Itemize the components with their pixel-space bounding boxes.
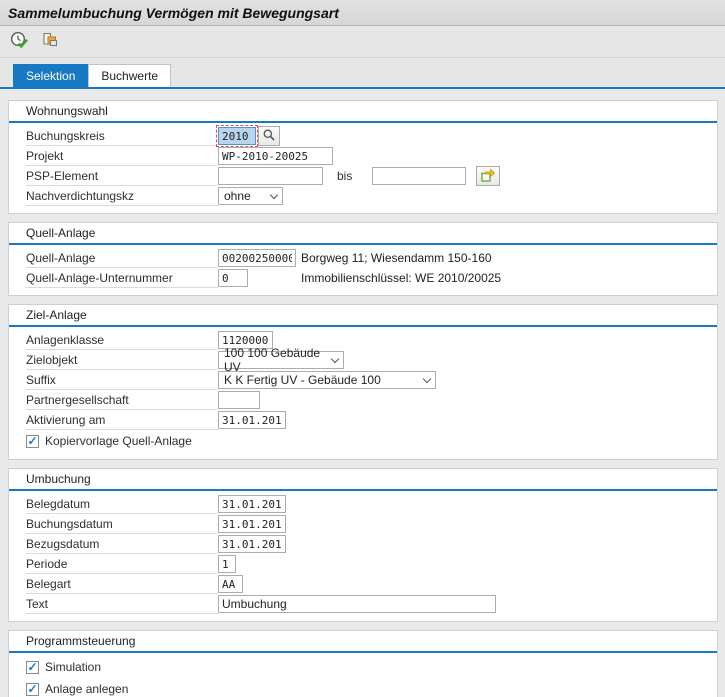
- search-icon: [262, 128, 276, 145]
- unternummer-input[interactable]: [218, 269, 248, 287]
- tab-buchwerte-label: Buchwerte: [101, 69, 158, 83]
- buchungsdatum-label: Buchungsdatum: [26, 514, 218, 534]
- get-variant-icon: [40, 31, 59, 53]
- field-row-projekt: Projekt: [9, 146, 717, 166]
- section-title: Wohnungswahl: [9, 101, 717, 121]
- section-quell-anlage: Quell-Anlage Quell-Anlage Borgweg 11; Wi…: [8, 222, 718, 296]
- chevron-down-icon: [270, 190, 278, 198]
- tab-strip: Selektion Buchwerte: [0, 58, 725, 87]
- selektion-tab-content: Wohnungswahl Buchungskreis Projekt: [0, 89, 725, 697]
- field-row-aktivierung-am: Aktivierung am: [9, 410, 717, 430]
- bis-label: bis: [337, 169, 352, 183]
- buchungskreis-search-button[interactable]: [258, 126, 280, 146]
- execute-button[interactable]: [7, 30, 31, 54]
- psp-element-multiple-selection-button[interactable]: [476, 166, 500, 186]
- psp-element-to-input[interactable]: [372, 167, 466, 185]
- section-title: Quell-Anlage: [9, 223, 717, 243]
- periode-input[interactable]: [218, 555, 236, 573]
- field-row-quell-anlage: Quell-Anlage Borgweg 11; Wiesendamm 150-…: [9, 248, 717, 268]
- get-variant-button[interactable]: [37, 30, 61, 54]
- section-programmsteuerung: Programmsteuerung ✓ Simulation ✓ Anlage …: [8, 630, 718, 697]
- field-row-psp-element: PSP-Element bis: [9, 166, 717, 186]
- zielobjekt-value: 100 100 Gebäude UV: [224, 346, 324, 374]
- belegart-label: Belegart: [26, 574, 218, 594]
- quell-anlage-address-text: Borgweg 11; Wiesendamm 150-160: [301, 251, 492, 265]
- field-row-periode: Periode: [9, 554, 717, 574]
- field-row-zielobjekt: Zielobjekt 100 100 Gebäude UV: [9, 350, 717, 370]
- aktivierung-am-label: Aktivierung am: [26, 410, 218, 430]
- suffix-dropdown[interactable]: K K Fertig UV - Gebäude 100: [218, 371, 436, 389]
- kopiervorlage-checkbox[interactable]: ✓: [26, 435, 39, 448]
- quell-anlage-input[interactable]: [218, 249, 296, 267]
- anlage-anlegen-checkbox[interactable]: ✓: [26, 683, 39, 696]
- application-toolbar: [0, 26, 725, 58]
- section-wohnungswahl: Wohnungswahl Buchungskreis Projekt: [8, 100, 718, 214]
- nachverdichtungskz-dropdown[interactable]: ohne: [218, 187, 283, 205]
- section-title: Programmsteuerung: [9, 631, 717, 651]
- nachverdichtungskz-value: ohne: [224, 189, 251, 203]
- section-ziel-anlage: Ziel-Anlage Anlagenklasse Zielobjekt 100…: [8, 304, 718, 460]
- immobilienschluessel-text: Immobilienschlüssel: WE 2010/20025: [301, 271, 501, 285]
- psp-element-label: PSP-Element: [26, 166, 218, 186]
- chevron-down-icon: [423, 374, 431, 382]
- projekt-input[interactable]: [218, 147, 333, 165]
- buchungsdatum-input[interactable]: [218, 515, 286, 533]
- field-row-text: Text: [9, 594, 717, 614]
- simulation-label: Simulation: [45, 660, 101, 674]
- checkbox-row-kopiervorlage: ✓ Kopiervorlage Quell-Anlage: [9, 430, 717, 452]
- belegdatum-label: Belegdatum: [26, 494, 218, 514]
- section-title: Ziel-Anlage: [9, 305, 717, 325]
- projekt-label: Projekt: [26, 146, 218, 166]
- belegdatum-input[interactable]: [218, 495, 286, 513]
- nachverdichtungskz-label: Nachverdichtungskz: [26, 186, 218, 206]
- field-row-anlagenklasse: Anlagenklasse: [9, 330, 717, 350]
- text-label: Text: [26, 594, 218, 614]
- unternummer-label: Quell-Anlage-Unternummer: [26, 268, 218, 288]
- page-title: Sammelumbuchung Vermögen mit Bewegungsar…: [8, 5, 339, 21]
- zielobjekt-dropdown[interactable]: 100 100 Gebäude UV: [218, 351, 344, 369]
- field-row-partnergesellschaft: Partnergesellschaft: [9, 390, 717, 410]
- text-input[interactable]: [218, 595, 496, 613]
- tab-selektion-label: Selektion: [26, 69, 75, 83]
- anlagenklasse-label: Anlagenklasse: [26, 330, 218, 350]
- field-row-belegart: Belegart: [9, 574, 717, 594]
- psp-element-from-input[interactable]: [218, 167, 323, 185]
- buchungskreis-input[interactable]: [218, 127, 256, 145]
- bezugsdatum-input[interactable]: [218, 535, 286, 553]
- belegart-input[interactable]: [218, 575, 243, 593]
- field-row-buchungskreis: Buchungskreis: [9, 126, 717, 146]
- zielobjekt-label: Zielobjekt: [26, 350, 218, 370]
- field-row-bezugsdatum: Bezugsdatum: [9, 534, 717, 554]
- chevron-down-icon: [331, 354, 339, 362]
- suffix-label: Suffix: [26, 370, 218, 390]
- buchungskreis-label: Buchungskreis: [26, 126, 218, 146]
- checkbox-row-anlage-anlegen: ✓ Anlage anlegen: [9, 678, 717, 697]
- title-bar: Sammelumbuchung Vermögen mit Bewegungsar…: [0, 0, 725, 26]
- tab-selektion[interactable]: Selektion: [13, 64, 88, 87]
- field-row-suffix: Suffix K K Fertig UV - Gebäude 100: [9, 370, 717, 390]
- anlage-anlegen-label: Anlage anlegen: [45, 682, 128, 696]
- multiple-selection-icon: [480, 167, 496, 186]
- field-row-buchungsdatum: Buchungsdatum: [9, 514, 717, 534]
- periode-label: Periode: [26, 554, 218, 574]
- tab-buchwerte[interactable]: Buchwerte: [88, 64, 171, 87]
- simulation-checkbox[interactable]: ✓: [26, 661, 39, 674]
- kopiervorlage-label: Kopiervorlage Quell-Anlage: [45, 434, 192, 448]
- bezugsdatum-label: Bezugsdatum: [26, 534, 218, 554]
- field-row-belegdatum: Belegdatum: [9, 494, 717, 514]
- partnergesellschaft-label: Partnergesellschaft: [26, 390, 218, 410]
- field-row-unternummer: Quell-Anlage-Unternummer Immobilienschlü…: [9, 268, 717, 288]
- section-title: Umbuchung: [9, 469, 717, 489]
- aktivierung-am-input[interactable]: [218, 411, 286, 429]
- field-row-nachverdichtungskz: Nachverdichtungskz ohne: [9, 186, 717, 206]
- execute-icon: [10, 31, 29, 53]
- section-umbuchung: Umbuchung Belegdatum Buchungsdatum Bezug…: [8, 468, 718, 622]
- checkbox-row-simulation: ✓ Simulation: [9, 656, 717, 678]
- partnergesellschaft-input[interactable]: [218, 391, 260, 409]
- suffix-value: K K Fertig UV - Gebäude 100: [224, 373, 381, 387]
- quell-anlage-label: Quell-Anlage: [26, 248, 218, 268]
